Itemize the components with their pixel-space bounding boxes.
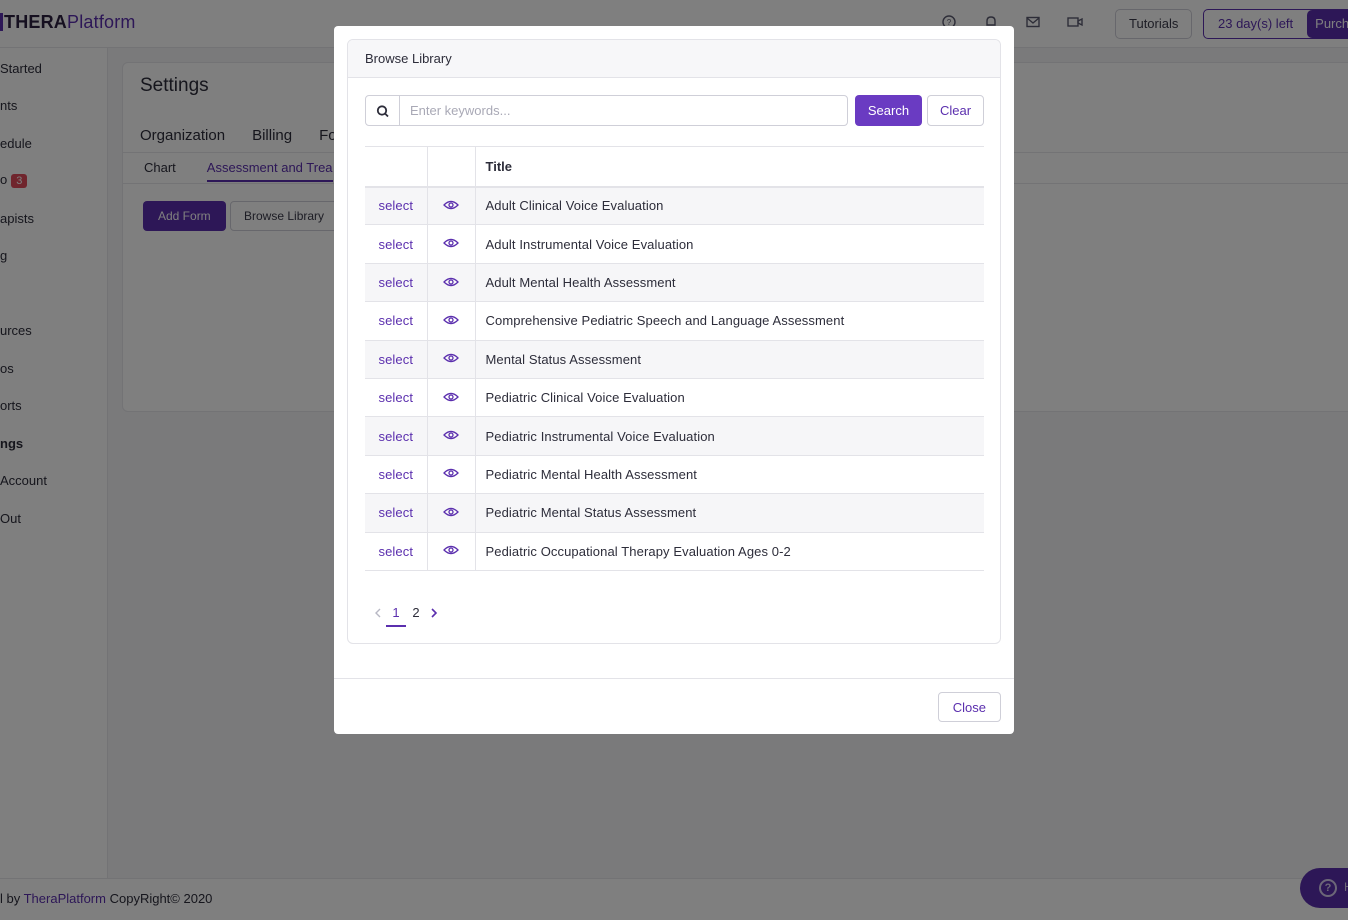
table-row: select Pediatric Mental Health Assessment [365,455,984,495]
form-title: Adult Instrumental Voice Evaluation [475,224,984,264]
next-page-icon[interactable] [426,605,442,621]
table-row: select Adult Mental Health Assessment [365,263,984,303]
library-table: Title select Adult Clinical Voice Evaluat… [365,146,984,571]
title-column-header: Title [475,146,984,188]
preview-eye-icon[interactable] [443,467,459,482]
table-row: select Pediatric Clinical Voice Evaluatio… [365,378,984,418]
select-link[interactable]: select [365,378,428,418]
select-link[interactable]: select [365,301,428,341]
form-title: Comprehensive Pediatric Speech and Langu… [475,301,984,341]
preview-eye-icon[interactable] [443,276,459,291]
form-title: Pediatric Mental Health Assessment [475,455,984,495]
page-1-link[interactable]: 1 [386,605,406,627]
preview-eye-icon[interactable] [443,199,459,214]
select-link[interactable]: select [365,224,428,264]
form-title: Adult Mental Health Assessment [475,263,984,303]
preview-eye-icon[interactable] [443,314,459,329]
table-row: select Comprehensive Pediatric Speech and… [365,301,984,341]
close-button[interactable]: Close [937,692,1001,722]
browse-library-modal: Browse Library Search Clear Title select… [334,26,1014,734]
select-link[interactable]: select [365,416,428,456]
search-bar: Search Clear [365,95,985,126]
form-title: Pediatric Clinical Voice Evaluation [475,378,984,418]
select-link[interactable]: select [365,186,428,226]
form-title: Pediatric Occupational Therapy Evaluatio… [475,532,984,571]
form-title: Pediatric Instrumental Voice Evaluation [475,416,984,456]
select-link[interactable]: select [365,532,428,571]
preview-column-header [427,146,476,188]
table-row: select Adult Clinical Voice Evaluation [365,186,984,226]
clear-button[interactable]: Clear [927,95,984,126]
preview-eye-icon[interactable] [443,544,459,559]
modal-footer: Close [334,678,1014,734]
library-card: Browse Library Search Clear Title select… [347,39,1001,644]
table-row: select Pediatric Instrumental Voice Evalu… [365,416,984,456]
table-header-row: Title [365,146,984,188]
preview-eye-icon[interactable] [443,429,459,444]
table-row: select Pediatric Mental Status Assessment [365,493,984,533]
form-title: Adult Clinical Voice Evaluation [475,186,984,226]
select-column-header [365,146,428,188]
search-icon [365,95,400,126]
select-link[interactable]: select [365,263,428,303]
preview-eye-icon[interactable] [443,506,459,521]
search-button[interactable]: Search [855,95,922,126]
modal-title: Browse Library [348,40,1000,78]
select-link[interactable]: select [365,455,428,495]
select-link[interactable]: select [365,493,428,533]
page-2-link[interactable]: 2 [406,605,426,620]
table-row: select Adult Instrumental Voice Evaluatio… [365,224,984,264]
prev-page-icon[interactable] [370,605,386,621]
pagination: 1 2 [370,598,442,627]
preview-eye-icon[interactable] [443,391,459,406]
preview-eye-icon[interactable] [443,352,459,367]
preview-eye-icon[interactable] [443,237,459,252]
form-title: Pediatric Mental Status Assessment [475,493,984,533]
table-row: select Pediatric Occupational Therapy Eva… [365,532,984,571]
select-link[interactable]: select [365,340,428,379]
search-input[interactable] [399,95,848,126]
table-row: select Mental Status Assessment [365,340,984,379]
form-title: Mental Status Assessment [475,340,984,379]
